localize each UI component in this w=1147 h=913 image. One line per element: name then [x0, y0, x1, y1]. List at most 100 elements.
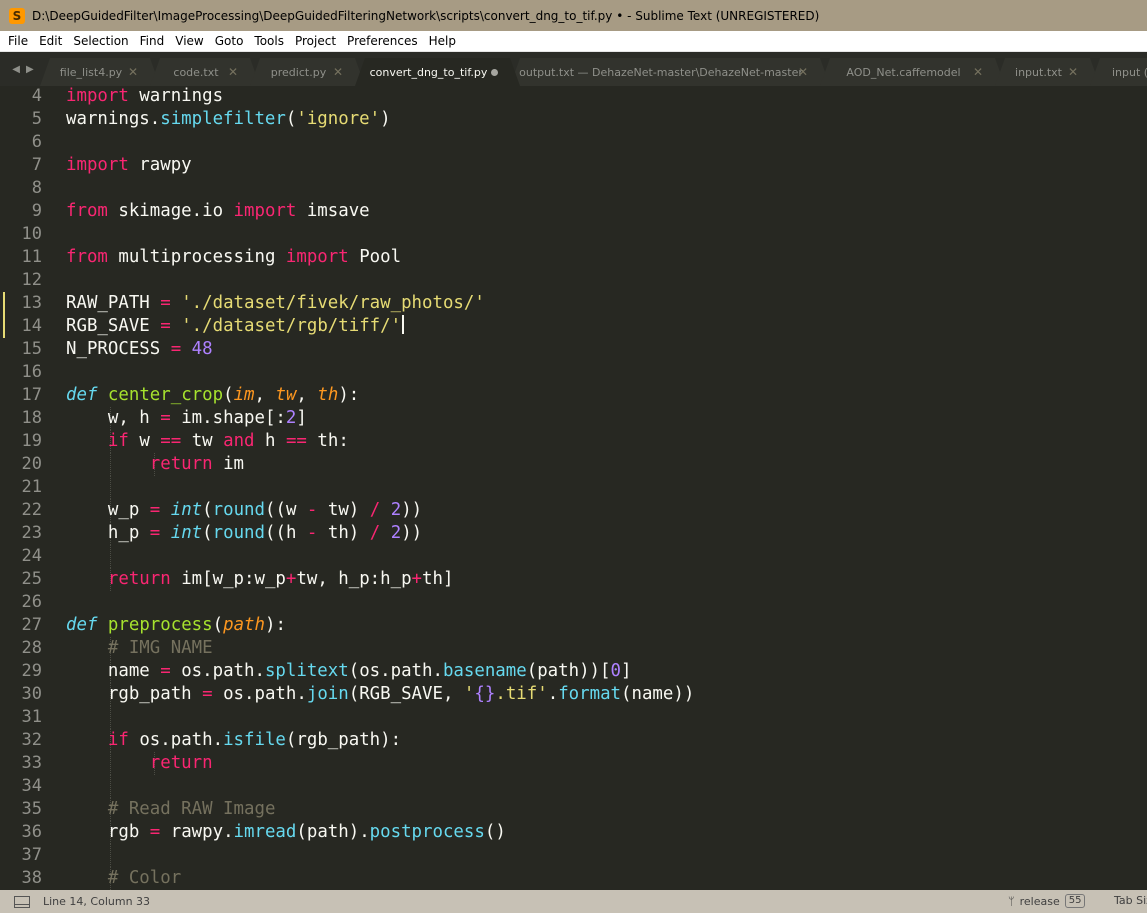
line-number: 36 [21, 822, 42, 842]
menu-find[interactable]: Find [140, 34, 165, 48]
tab-input-2[interactable]: input (2 [1090, 58, 1147, 86]
code-line[interactable]: 11 from multiprocessing import Pool [0, 246, 1147, 269]
tab-label: output.txt — DehazeNet-master\DehazeNet-… [519, 65, 803, 79]
branch-icon: ᛘ [1008, 894, 1015, 908]
code-line[interactable]: 17 def center_crop(im, tw, th): [0, 384, 1147, 407]
menu-goto[interactable]: Goto [215, 34, 244, 48]
code-token: from [66, 201, 108, 221]
code-token: (RGB_SAVE, [348, 684, 464, 704]
code-line[interactable]: 37 [0, 844, 1147, 867]
code-line[interactable]: 34 [0, 775, 1147, 798]
code-token: Pool [348, 247, 402, 267]
line-number: 37 [21, 845, 42, 865]
tab-file-list4[interactable]: file_list4.py ✕ [40, 58, 160, 86]
code-line[interactable]: 12 [0, 269, 1147, 292]
code-token: rawpy [128, 155, 192, 175]
code-token: def [66, 615, 98, 635]
unsaved-dot-icon[interactable] [491, 69, 498, 76]
code-text: RAW_PATH = './dataset/fivek/raw_photos/' [66, 292, 485, 315]
code-line[interactable]: 18 w, h = im.shape[:2] [0, 407, 1147, 430]
code-token: ): [264, 615, 286, 635]
code-token: = [149, 523, 161, 543]
close-icon[interactable]: ✕ [973, 65, 983, 79]
line-number: 12 [21, 270, 42, 290]
code-line[interactable]: 26 [0, 591, 1147, 614]
menu-selection[interactable]: Selection [73, 34, 128, 48]
code-line[interactable]: 36 rgb = rawpy.imread(path).postprocess(… [0, 821, 1147, 844]
menu-preferences[interactable]: Preferences [347, 34, 418, 48]
code-token: multiprocessing [107, 247, 286, 267]
close-icon[interactable]: ✕ [333, 65, 343, 79]
line-number: 13 [21, 293, 42, 313]
code-line[interactable]: 8 [0, 177, 1147, 200]
code-line[interactable]: 33 return [0, 752, 1147, 775]
code-token: (os.path. [348, 661, 443, 681]
menu-view[interactable]: View [175, 34, 203, 48]
code-line[interactable]: 16 [0, 361, 1147, 384]
code-line[interactable]: 35 # Read RAW Image [0, 798, 1147, 821]
tab-prev-icon[interactable]: ◀ [12, 64, 20, 75]
code-line[interactable]: 27 def preprocess(path): [0, 614, 1147, 637]
menu-help[interactable]: Help [429, 34, 456, 48]
cursor-position[interactable]: Line 14, Column 33 [43, 895, 150, 908]
close-icon[interactable]: ✕ [1068, 65, 1078, 79]
code-text: h_p = int(round((h - th) / 2)) [66, 522, 422, 545]
code-token: rgb_path [66, 684, 203, 704]
tab-code[interactable]: code.txt ✕ [150, 58, 260, 86]
code-line[interactable]: 13 RAW_PATH = './dataset/fivek/raw_photos… [0, 292, 1147, 315]
close-icon[interactable]: ✕ [798, 65, 808, 79]
code-line[interactable]: 10 [0, 223, 1147, 246]
code-line[interactable]: 28 # IMG NAME [0, 637, 1147, 660]
code-line[interactable]: 24 [0, 545, 1147, 568]
code-line[interactable]: 14 RGB_SAVE = './dataset/rgb/tiff/' [0, 315, 1147, 338]
tab-predict[interactable]: predict.py ✕ [250, 58, 365, 86]
code-token: h_p [66, 523, 150, 543]
code-line[interactable]: 9 from skimage.io import imsave [0, 200, 1147, 223]
tab-size[interactable]: Tab Siz [1114, 894, 1147, 907]
code-line[interactable]: 22 w_p = int(round((w - tw) / 2)) [0, 499, 1147, 522]
code-line[interactable]: 38 # Color [0, 867, 1147, 890]
code-line[interactable]: 29 name = os.path.splitext(os.path.basen… [0, 660, 1147, 683]
tab-input[interactable]: input.txt ✕ [995, 58, 1100, 86]
menu-tools[interactable]: Tools [254, 34, 284, 48]
menu-project[interactable]: Project [295, 34, 336, 48]
code-token: 'ignore' [296, 109, 381, 129]
code-text: rgb_path = os.path.join(RGB_SAVE, '{}.ti… [66, 683, 694, 706]
tab-aod-net[interactable]: AOD_Net.caffemodel ✕ [820, 58, 1005, 86]
code-line[interactable]: 32 if os.path.isfile(rgb_path): [0, 729, 1147, 752]
code-editor[interactable]: 4 import warnings 5 warnings.simplefilter('… [0, 86, 1147, 890]
code-line[interactable]: 15 N_PROCESS = 48 [0, 338, 1147, 361]
close-icon[interactable]: ✕ [128, 65, 138, 79]
code-line[interactable]: 20 return im [0, 453, 1147, 476]
code-line[interactable]: 30 rgb_path = os.path.join(RGB_SAVE, '{}… [0, 683, 1147, 706]
line-number: 22 [21, 500, 42, 520]
code-token: tw [275, 385, 297, 405]
code-token: and [223, 431, 255, 451]
code-line[interactable]: 25 return im[w_p:w_p+tw, h_p:h_p+th] [0, 568, 1147, 591]
close-icon[interactable]: ✕ [228, 65, 238, 79]
menu-file[interactable]: File [8, 34, 28, 48]
code-token: round [212, 500, 265, 520]
code-line[interactable]: 21 [0, 476, 1147, 499]
code-line[interactable]: 5 warnings.simplefilter('ignore') [0, 108, 1147, 131]
line-number: 32 [21, 730, 42, 750]
git-branch[interactable]: ᛘ release 55 [1008, 894, 1086, 908]
menu-edit[interactable]: Edit [39, 34, 62, 48]
panel-toggle-icon[interactable] [14, 895, 30, 908]
tab-output[interactable]: output.txt — DehazeNet-master\DehazeNet-… [510, 58, 830, 86]
title-bar: S D:\DeepGuidedFilter\ImageProcessing\De… [0, 0, 1147, 31]
code-line[interactable]: 7 import rawpy [0, 154, 1147, 177]
code-line[interactable]: 23 h_p = int(round((h - th) / 2)) [0, 522, 1147, 545]
code-line[interactable]: 19 if w == tw and h == th: [0, 430, 1147, 453]
tab-label: code.txt [173, 65, 219, 79]
tab-next-icon[interactable]: ▶ [26, 64, 34, 75]
tab-convert-dng-to-tif[interactable]: convert_dng_to_tif.py [355, 58, 520, 86]
code-line[interactable]: 4 import warnings [0, 86, 1147, 108]
code-line[interactable]: 6 [0, 131, 1147, 154]
code-token: name [66, 661, 161, 681]
code-token: ((w [265, 500, 307, 520]
code-text: from skimage.io import imsave [66, 200, 370, 223]
code-line[interactable]: 31 [0, 706, 1147, 729]
